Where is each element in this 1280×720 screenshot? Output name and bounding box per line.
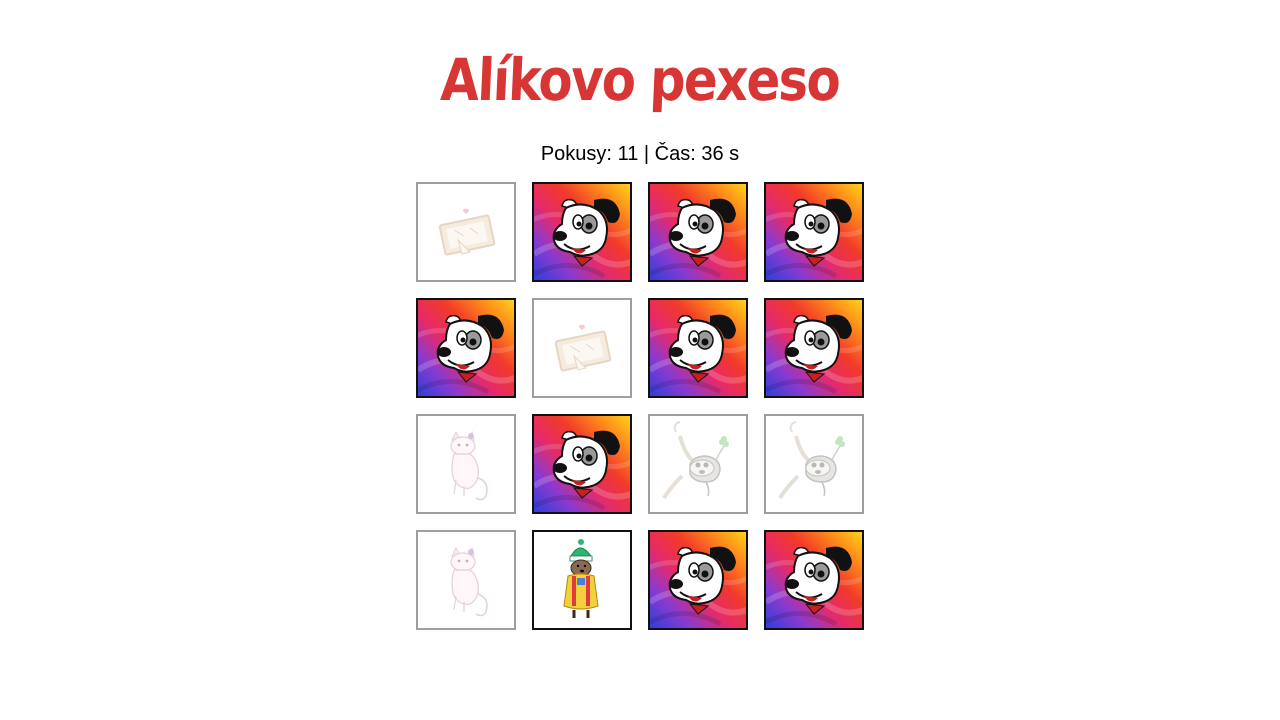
dog-card-back-image	[650, 184, 746, 280]
time-value: 36	[701, 143, 724, 165]
memory-card	[416, 530, 516, 630]
memory-card	[532, 530, 632, 630]
attempts-label: Pokusy:	[540, 143, 612, 165]
memory-card[interactable]	[764, 298, 864, 398]
dog-card-back-image	[766, 532, 862, 628]
status-separator: |	[643, 143, 650, 165]
memory-card	[764, 414, 864, 514]
dog-card-back-image	[766, 300, 862, 396]
dog-card-back-image	[418, 300, 514, 396]
memory-card	[416, 182, 516, 282]
letter-icon	[438, 208, 496, 256]
memory-card	[416, 414, 516, 514]
game-status: Pokusy: 11 | Čas: 36 s	[0, 143, 1280, 166]
dog-card-back-image	[650, 532, 746, 628]
memory-card[interactable]	[416, 298, 516, 398]
dog-card-back-image	[766, 184, 862, 280]
game-title: Alíkovo pexeso	[439, 46, 841, 114]
time-label: Čas:	[654, 143, 696, 165]
memory-card[interactable]	[532, 414, 632, 514]
letter-icon	[554, 324, 612, 372]
memory-card[interactable]	[764, 530, 864, 630]
memory-card[interactable]	[648, 298, 748, 398]
mouse-icon	[662, 421, 729, 500]
memory-card[interactable]	[764, 182, 864, 282]
memory-card[interactable]	[648, 530, 748, 630]
time-unit: s	[729, 143, 740, 165]
dwarf-icon	[563, 539, 599, 618]
dog-card-back-image	[534, 184, 630, 280]
cat-icon	[450, 430, 488, 501]
dog-card-back-image	[650, 300, 746, 396]
mouse-icon	[778, 421, 845, 500]
cat-icon	[450, 546, 488, 617]
dog-card-back-image	[534, 416, 630, 512]
game-page: Alíkovo pexeso Pokusy: 11 | Čas: 36 s	[0, 0, 1280, 720]
memory-card[interactable]	[532, 182, 632, 282]
attempts-count: 11	[617, 143, 639, 165]
memory-card[interactable]	[648, 182, 748, 282]
card-grid	[416, 182, 864, 630]
memory-card	[532, 298, 632, 398]
memory-card	[648, 414, 748, 514]
